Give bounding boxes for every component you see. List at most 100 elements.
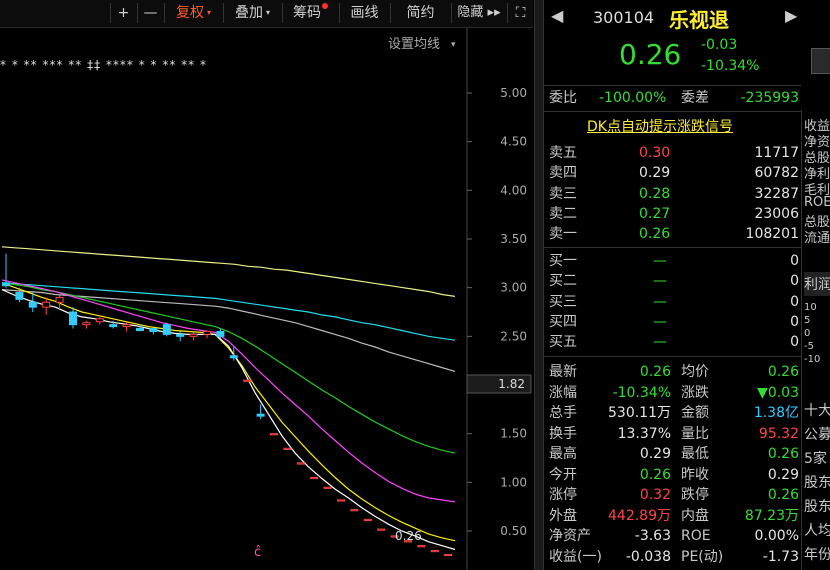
stat-value: -1.73 bbox=[762, 548, 799, 565]
stat-label: 总手 bbox=[549, 405, 577, 421]
buy-level-row: 买三 — 0 bbox=[543, 292, 801, 312]
candle[interactable] bbox=[296, 462, 305, 465]
simple-mode-button[interactable]: 简约 bbox=[390, 3, 450, 23]
level-volume: 11717 bbox=[754, 145, 799, 161]
level-label: 卖五 bbox=[549, 145, 577, 161]
side-axis-label: 10 bbox=[804, 302, 817, 313]
candle[interactable] bbox=[363, 518, 372, 522]
stat-row: 今开 0.26 昨收 0.29 bbox=[543, 465, 801, 485]
stat-value: 13.37% bbox=[617, 425, 671, 442]
stat-label: ROE bbox=[681, 528, 711, 544]
stat-value: 1.38亿 bbox=[753, 405, 799, 421]
prev-stock-icon[interactable]: ◀ bbox=[551, 6, 563, 25]
fuquan-dropdown[interactable]: 复权 ▾ bbox=[164, 3, 222, 23]
candle[interactable] bbox=[283, 447, 292, 450]
level-volume: 60782 bbox=[754, 165, 799, 182]
buy-level-row: 买四 — 0 bbox=[543, 312, 801, 332]
price-change: -0.03 bbox=[701, 37, 738, 53]
level-price: — bbox=[653, 293, 667, 310]
stat-value: 0.32 bbox=[639, 487, 671, 503]
stat-label: 涨停 bbox=[549, 487, 577, 503]
side-holder-label: 公募 bbox=[804, 427, 830, 443]
candle[interactable] bbox=[323, 486, 332, 489]
dk-signal-link[interactable]: DK点自动提示涨跌信号 bbox=[587, 116, 733, 136]
y-tick-label: 4.50 bbox=[500, 135, 527, 149]
candle[interactable] bbox=[270, 433, 278, 436]
side-fundamental-label: ROE bbox=[804, 195, 830, 210]
price-change-pct: -10.34% bbox=[701, 58, 760, 74]
stat-label: 今开 bbox=[549, 466, 577, 483]
level-price: — bbox=[653, 313, 667, 330]
stat-value: -0.038 bbox=[625, 548, 671, 565]
draw-line-button[interactable]: 画线 bbox=[339, 3, 389, 23]
candle[interactable] bbox=[430, 549, 439, 553]
level-volume: 108201 bbox=[745, 226, 799, 243]
stat-label: 收益(一) bbox=[549, 548, 602, 565]
signal-marker-row: * * ** *** ** ‡‡ **** * * ** ** * bbox=[0, 58, 207, 72]
buy-level-row: 买五 — 0 bbox=[543, 332, 801, 352]
next-stock-icon[interactable]: ▶ bbox=[785, 6, 797, 25]
level-label: 买二 bbox=[549, 273, 577, 290]
level-label: 买三 bbox=[549, 293, 577, 310]
level-price: — bbox=[653, 253, 667, 269]
level-volume: 23006 bbox=[754, 205, 799, 222]
fullscreen-icon[interactable]: ⛶ bbox=[507, 3, 533, 23]
level-label: 卖一 bbox=[549, 226, 577, 243]
level-price: — bbox=[653, 273, 667, 290]
hide-button[interactable]: 隐藏 ▸▸ bbox=[451, 3, 506, 23]
candle[interactable] bbox=[417, 545, 426, 548]
stat-row: 换手 13.37% 量比 95.32 bbox=[543, 424, 801, 444]
stat-label: 内盘 bbox=[681, 507, 709, 524]
candle[interactable] bbox=[377, 528, 386, 531]
chip-distribution-button[interactable]: 筹码 bbox=[282, 3, 338, 23]
chart-toolbar: + — 复权 ▾ 叠加 ▾ 筹码 画线 简约 隐藏 ▸▸ ⛶ bbox=[0, 0, 533, 28]
sell-level-row: 卖二 0.27 23006 bbox=[543, 204, 801, 224]
level-volume: 0 bbox=[790, 273, 799, 290]
side-holder-label: 5家 bbox=[804, 451, 827, 467]
stat-label: 净资产 bbox=[549, 528, 591, 544]
side-profit-tab[interactable]: 利润 bbox=[804, 272, 830, 296]
zoom-out-button[interactable]: — bbox=[137, 3, 163, 23]
candle[interactable] bbox=[337, 499, 345, 502]
level-label: 买五 bbox=[549, 334, 577, 351]
ma-settings-caret-icon[interactable]: ▾ bbox=[451, 40, 456, 50]
candle[interactable] bbox=[243, 379, 252, 382]
stat-row: 最新 0.26 均价 0.26 bbox=[543, 362, 801, 382]
stat-label: PE(动) bbox=[681, 548, 724, 565]
side-axis-label: 5 bbox=[804, 315, 811, 326]
candle[interactable] bbox=[350, 509, 359, 512]
stat-row: 收益(一) -0.038 PE(动) -1.73 bbox=[543, 547, 801, 567]
level-price: 0.29 bbox=[639, 165, 671, 182]
zoom-in-button[interactable]: + bbox=[110, 3, 136, 23]
stat-row: 涨幅 -10.34% 涨跌 ▼0.03 bbox=[543, 383, 801, 403]
candle[interactable] bbox=[162, 322, 171, 337]
level-label: 卖三 bbox=[549, 185, 577, 202]
candle[interactable] bbox=[444, 553, 453, 557]
side-holder-label: 十大 bbox=[804, 403, 830, 419]
level-volume: 0 bbox=[790, 313, 799, 330]
current-price-value: 1.82 bbox=[498, 377, 525, 391]
sell-level-row: 卖三 0.28 32287 bbox=[543, 184, 801, 204]
y-tick-label: 0.50 bbox=[500, 524, 527, 538]
ma-settings-link[interactable]: 设置均线 bbox=[388, 37, 440, 52]
candlestick-chart[interactable]: 设置均线 ▾ * * ** *** ** ‡‡ **** * * ** ** *… bbox=[0, 28, 533, 570]
stat-value: 0.26 bbox=[639, 466, 671, 483]
stat-value: 87.23万 bbox=[744, 507, 799, 524]
level-label: 买一 bbox=[549, 253, 577, 269]
stat-label: 最高 bbox=[549, 446, 577, 462]
side-axis-label: 0 bbox=[804, 328, 811, 339]
stock-name: 乐视退 bbox=[669, 8, 729, 32]
candle[interactable] bbox=[310, 476, 319, 480]
sell-level-row: 卖四 0.29 60782 bbox=[543, 163, 801, 183]
stat-value: 530.11万 bbox=[608, 405, 671, 421]
quote-panel: ◀ 300104 乐视退 ▶ 0.26 -0.03 -10.34% 委比 -10… bbox=[543, 0, 830, 570]
buy-level-row: 买二 — 0 bbox=[543, 271, 801, 291]
overlay-dropdown[interactable]: 叠加 ▾ bbox=[223, 3, 281, 23]
stat-value: 95.32 bbox=[758, 425, 799, 442]
level-price: 0.27 bbox=[639, 205, 671, 222]
stat-label: 跌停 bbox=[681, 487, 709, 503]
stat-value: 0.26 bbox=[767, 487, 799, 503]
notification-dot bbox=[322, 3, 328, 9]
level-price: — bbox=[653, 334, 667, 351]
side-panel-toggle[interactable] bbox=[811, 48, 830, 74]
